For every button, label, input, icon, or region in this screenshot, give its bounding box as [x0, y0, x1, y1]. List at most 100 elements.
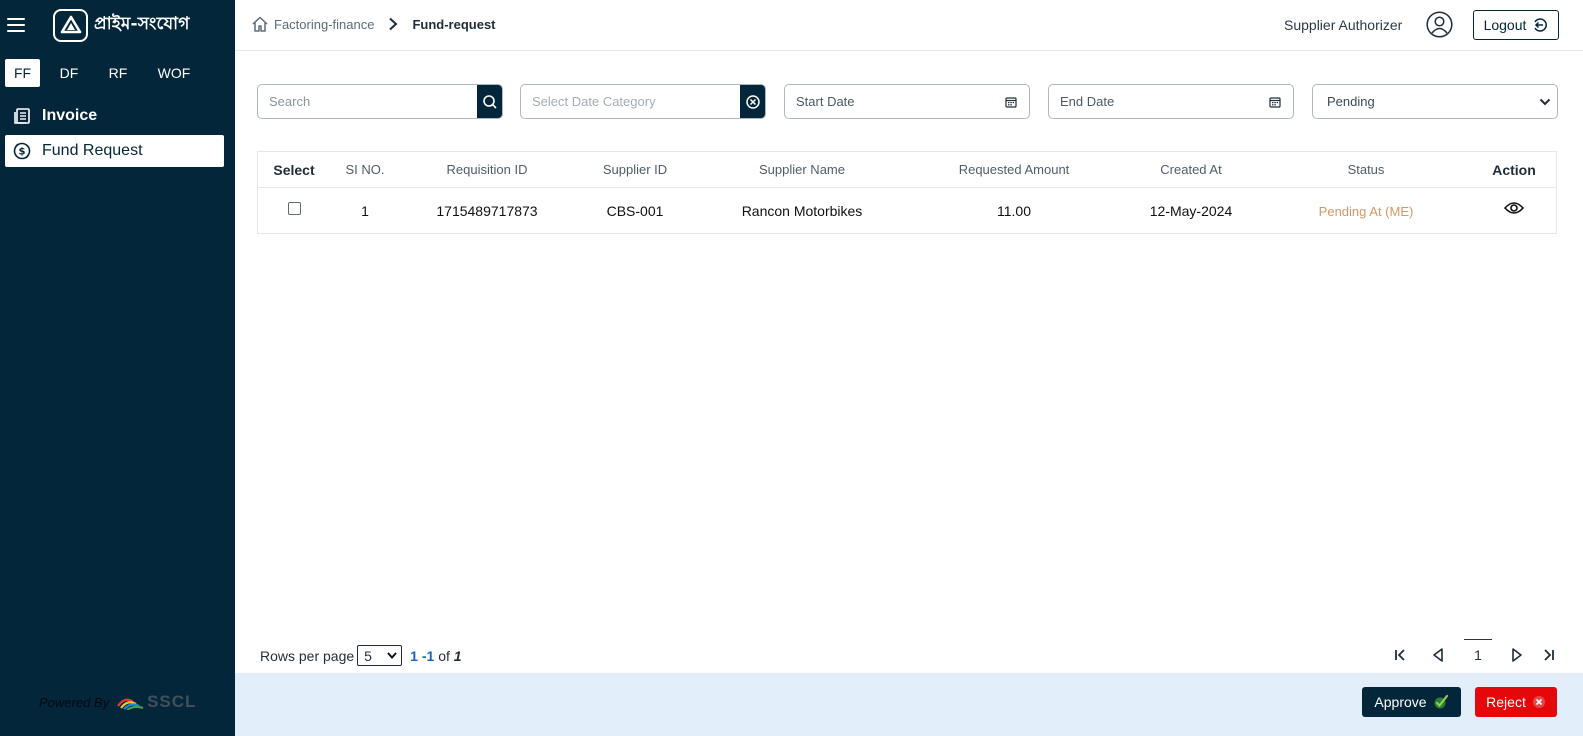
column-header-select: Select: [273, 161, 315, 178]
column-header-requisition-id: Requisition ID: [446, 162, 528, 177]
last-page-icon: [1544, 649, 1554, 661]
view-eye-icon[interactable]: [1504, 201, 1524, 215]
table-header: Select SI NO. Requisition ID Supplier ID…: [258, 152, 1556, 188]
powered-by-label: Powered By: [39, 694, 110, 710]
table-row: 1 1715489717873 CBS-001 Rancon Motorbike…: [258, 188, 1556, 234]
sidebar-item-label: Invoice: [42, 107, 98, 124]
user-role: Supplier Authorizer: [1284, 17, 1403, 33]
tab-df[interactable]: DF: [40, 59, 98, 87]
brand[interactable]: প্রাইম-সংযোগ: [53, 8, 190, 42]
dollar-icon: $: [12, 141, 32, 161]
clear-circle-icon: [745, 94, 760, 109]
first-page-button[interactable]: [1390, 640, 1410, 670]
pagination-summary: Rows per page 5 1 -1 of 1: [260, 645, 462, 666]
sscl-logo-text: SSCL: [147, 692, 197, 711]
supplier-name-cell: Rancon Motorbikes: [741, 203, 863, 219]
home-icon[interactable]: [251, 15, 269, 33]
requisition-id-cell: 1715489717873: [436, 203, 538, 219]
current-page-number[interactable]: 1: [1464, 639, 1492, 669]
range-total: 1: [453, 647, 462, 664]
supplier-id-cell: CBS-001: [606, 203, 664, 219]
column-header-created-at: Created At: [1160, 162, 1222, 177]
user-avatar-icon[interactable]: [1426, 11, 1453, 38]
search-button[interactable]: [477, 85, 502, 118]
close-circle-icon: [1532, 696, 1545, 708]
range-of: of: [438, 647, 450, 664]
check-icon: [1434, 694, 1448, 709]
range-end: 1: [426, 647, 435, 664]
created-at-cell: 12-May-2024: [1149, 203, 1233, 219]
sscl-logo: SSCL: [117, 692, 196, 712]
reject-button[interactable]: Reject: [1475, 687, 1557, 717]
invoice-icon: [12, 106, 32, 126]
tab-ff[interactable]: FF: [5, 59, 40, 87]
column-header-status: Status: [1347, 162, 1385, 177]
sidebar: প্রাইম-সংযোগ FF DF RF WOF Invoice $ Fund…: [0, 0, 235, 736]
calendar-icon: [1005, 96, 1017, 108]
last-page-button[interactable]: [1539, 640, 1559, 670]
start-date-input: Start Date: [796, 94, 855, 109]
column-header-si-no: SI NO.: [345, 162, 385, 177]
status-badge: Pending At (ME): [1318, 203, 1414, 219]
date-category-input[interactable]: Select Date Category: [521, 94, 740, 109]
end-date-input: End Date: [1060, 94, 1115, 109]
top-header: Factoring-finance Fund-request Supplier …: [235, 0, 1583, 51]
breadcrumb: Factoring-finance Fund-request: [251, 15, 496, 33]
search-icon: [482, 94, 497, 109]
module-tabs: FF DF RF WOF: [0, 59, 235, 87]
status-select-value: Pending: [1327, 94, 1375, 109]
logout-icon: [1534, 18, 1548, 32]
calendar-icon: [1269, 96, 1281, 108]
tab-rf[interactable]: RF: [98, 59, 138, 87]
chevron-left-icon: [1433, 648, 1443, 662]
date-category-select: Select Date Category: [520, 84, 766, 119]
logout-button[interactable]: Logout: [1473, 10, 1559, 40]
fund-request-table: Select SI NO. Requisition ID Supplier ID…: [257, 151, 1557, 234]
status-select[interactable]: Pending: [1312, 84, 1558, 119]
chevron-right-icon: [388, 17, 398, 31]
rows-per-page-select[interactable]: 5: [357, 645, 403, 666]
clear-date-category-button[interactable]: [740, 85, 765, 118]
row-select-checkbox[interactable]: [287, 201, 301, 215]
rows-per-page-label: Rows per page: [260, 647, 355, 664]
powered-by: Powered By SSCL: [39, 692, 196, 712]
sidebar-header: প্রাইম-সংযোগ: [0, 0, 235, 50]
logout-label: Logout: [1483, 17, 1527, 33]
first-page-icon: [1395, 649, 1405, 661]
tab-wof[interactable]: WOF: [138, 59, 210, 87]
approve-button[interactable]: Approve: [1362, 687, 1461, 717]
status-cell: Pending At (ME): [1262, 188, 1470, 234]
hamburger-menu-icon[interactable]: [7, 18, 25, 32]
range-start: 1: [410, 647, 418, 664]
previous-page-button[interactable]: [1428, 640, 1448, 670]
sidebar-item-fund-request[interactable]: $ Fund Request: [5, 135, 224, 167]
column-header-action: Action: [1492, 161, 1536, 178]
action-cell: [1470, 188, 1558, 234]
approve-label: Approve: [1374, 694, 1427, 710]
breadcrumb-link[interactable]: Factoring-finance: [274, 17, 374, 32]
select-cell: [258, 188, 330, 234]
search-field: Search: [257, 84, 503, 119]
end-date-field[interactable]: End Date: [1048, 84, 1294, 119]
reject-label: Reject: [1486, 694, 1526, 710]
sidebar-item-label: Fund Request: [42, 142, 143, 159]
chevron-down-icon: [387, 652, 397, 659]
chevron-right-icon: [1512, 648, 1522, 662]
rows-per-page-value: 5: [364, 647, 372, 664]
chevron-down-icon: [1539, 98, 1551, 105]
svg-text:$: $: [19, 147, 26, 158]
column-header-supplier-name: Supplier Name: [759, 162, 845, 177]
breadcrumb-current: Fund-request: [412, 16, 496, 32]
column-header-supplier-id: Supplier ID: [602, 162, 668, 177]
next-page-button[interactable]: [1507, 640, 1527, 670]
brand-logo-icon: [53, 8, 88, 42]
sidebar-item-invoice[interactable]: Invoice: [5, 100, 224, 132]
page-range: 1 -1 of 1: [410, 648, 461, 664]
sscl-logo-icon: [117, 698, 144, 710]
brand-name: প্রাইম-সংযোগ: [94, 14, 190, 34]
requested-amount-cell: 11.00: [997, 203, 1031, 219]
column-header-requested-amount: Requested Amount: [958, 162, 1070, 177]
start-date-field[interactable]: Start Date: [784, 84, 1030, 119]
search-input[interactable]: Search: [258, 94, 477, 109]
si-no-cell: 1: [361, 203, 369, 219]
